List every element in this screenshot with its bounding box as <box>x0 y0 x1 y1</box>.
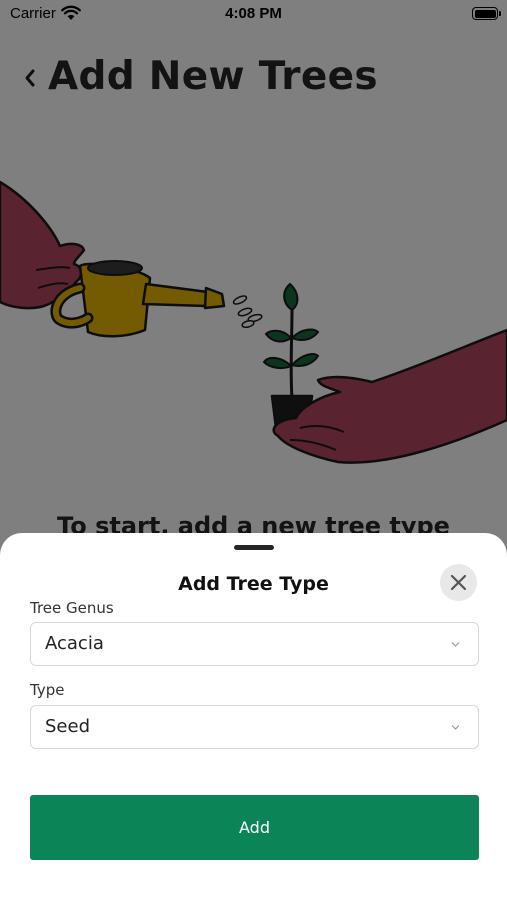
type-select[interactable]: Seed <box>30 705 479 749</box>
close-icon <box>450 574 467 591</box>
status-bar: Carrier 4:08 PM <box>0 0 507 30</box>
status-time: 4:08 PM <box>225 5 282 22</box>
add-button[interactable]: Add <box>30 795 479 860</box>
add-tree-type-sheet: Add Tree Type Tree Genus Acacia Type See… <box>0 533 507 900</box>
sheet-grab-handle[interactable] <box>234 545 274 550</box>
sheet-title: Add Tree Type <box>178 573 329 595</box>
tree-genus-value: Acacia <box>45 633 104 654</box>
tree-genus-select[interactable]: Acacia <box>30 622 479 666</box>
battery-icon <box>472 7 501 20</box>
tree-genus-label: Tree Genus <box>30 599 114 617</box>
close-button[interactable] <box>440 564 477 601</box>
type-value: Seed <box>45 716 90 737</box>
type-label: Type <box>30 681 65 699</box>
chevron-down-icon <box>451 725 460 730</box>
chevron-down-icon <box>451 642 460 647</box>
